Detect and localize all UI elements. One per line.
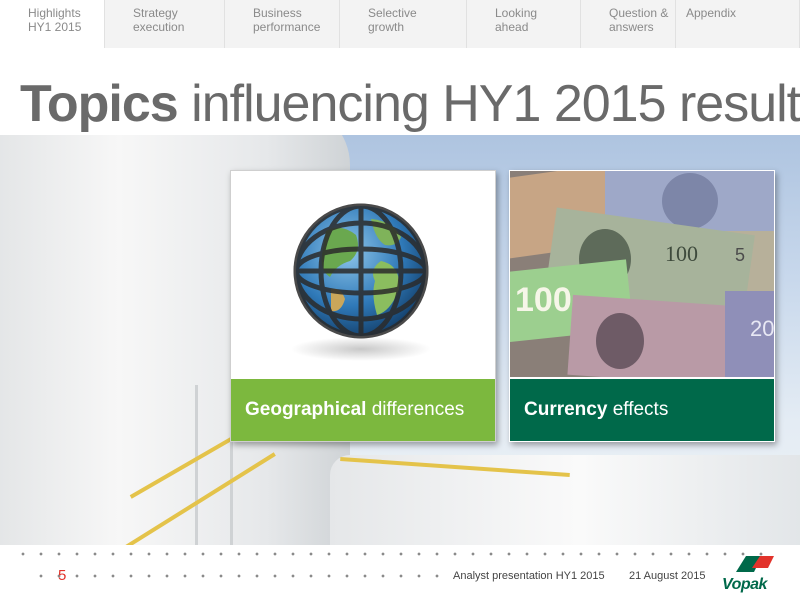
page-title: Topics influencing HY1 2015 results bbox=[20, 74, 800, 134]
yuan-denomination: 5 bbox=[735, 245, 745, 265]
vopak-logo-text: Vopak bbox=[722, 576, 767, 593]
globe-puzzle-icon bbox=[231, 171, 495, 377]
slide-footer: 5 Analyst presentation HY1 2015 21 Augus… bbox=[0, 545, 800, 600]
pipe bbox=[230, 435, 233, 545]
title-bold: Topics bbox=[20, 75, 179, 133]
dotted-divider bbox=[32, 574, 452, 578]
card-label-rest: effects bbox=[607, 399, 669, 420]
banknotes-image: 100 100 20 5 bbox=[510, 171, 774, 377]
usd-denomination: 100 bbox=[665, 241, 698, 266]
page-number: 5 bbox=[58, 567, 67, 584]
eur-denomination: 100 bbox=[515, 281, 572, 319]
dotted-divider bbox=[14, 552, 774, 556]
tab-label: Highlights HY1 2015 bbox=[28, 6, 82, 34]
vopak-logo: Vopak bbox=[722, 552, 774, 593]
tab-label: Appendix bbox=[686, 6, 737, 20]
tab-label: Question & answers bbox=[609, 6, 669, 34]
presentation-date: 21 August 2015 bbox=[629, 570, 706, 582]
title-rest: influencing HY1 2015 results bbox=[177, 75, 800, 133]
pipe bbox=[195, 385, 198, 545]
tab-label: Strategy execution bbox=[133, 6, 185, 34]
card-currency-effects[interactable]: 100 100 20 5 Currency effects bbox=[509, 170, 775, 442]
tab-label: Business performance bbox=[253, 6, 321, 34]
tab-business-performance[interactable]: Business performance bbox=[225, 0, 340, 48]
card-label: Currency effects bbox=[510, 379, 774, 441]
card-label: Geographical differences bbox=[231, 379, 495, 441]
card-label-rest: differences bbox=[366, 399, 465, 420]
swiss-denomination: 20 bbox=[750, 316, 774, 341]
tab-selective-growth[interactable]: Selective growth bbox=[340, 0, 467, 48]
storage-tank-right bbox=[330, 455, 800, 545]
presentation-name: Analyst presentation HY1 2015 bbox=[453, 570, 605, 582]
card-label-bold: Currency bbox=[524, 399, 608, 420]
tab-appendix[interactable]: Appendix bbox=[676, 0, 800, 48]
card-geographical-differences[interactable]: Geographical differences bbox=[230, 170, 496, 442]
card-label-bold: Geographical bbox=[245, 399, 367, 420]
tab-strategy-execution[interactable]: Strategy execution bbox=[105, 0, 225, 48]
section-navigation: Highlights HY1 2015 Strategy execution B… bbox=[0, 0, 800, 48]
tab-highlights[interactable]: Highlights HY1 2015 bbox=[0, 0, 105, 48]
tab-label: Looking ahead bbox=[495, 6, 538, 34]
tab-looking-ahead[interactable]: Looking ahead bbox=[467, 0, 581, 48]
tab-label: Selective growth bbox=[368, 6, 417, 34]
tab-question-answers[interactable]: Question & answers bbox=[581, 0, 676, 48]
